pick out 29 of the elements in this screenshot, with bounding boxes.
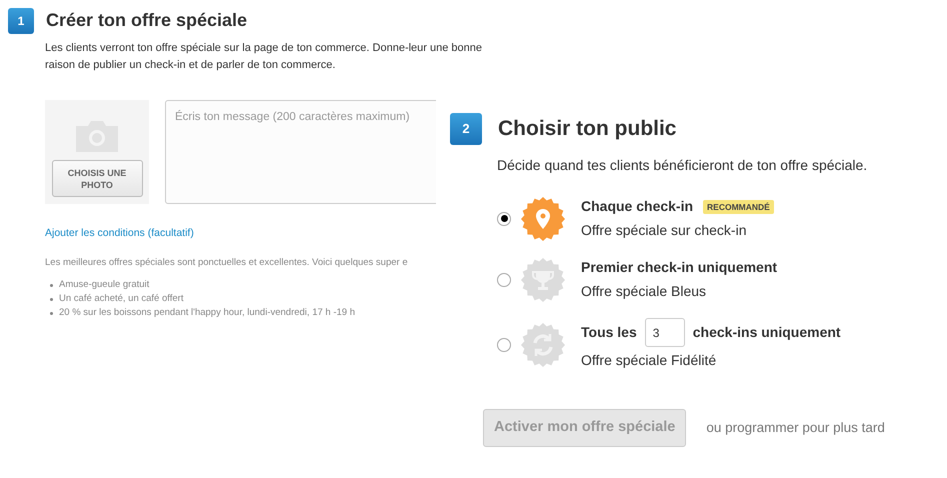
tip-item: 20 % sur les boissons pendant l'happy hour, lundi-vendredi, 17 h -19 h xyxy=(59,306,355,320)
section-description: Les clients verront ton offre spéciale sur la page de ton commerce. Donne-leur une bonne raison de publier un check-in et de parler de ton commerce. xyxy=(45,41,483,73)
radio-button[interactable] xyxy=(497,338,511,352)
bullet-icon xyxy=(50,298,53,300)
radio-button[interactable] xyxy=(497,272,511,286)
conditions-link[interactable]: Ajouter les conditions (facultatif) xyxy=(45,226,450,242)
count-field[interactable]: 3 xyxy=(644,318,685,347)
option-subtitle: Offre spéciale sur check-in xyxy=(581,221,748,240)
tip-item: Amuse-gueule gratuit xyxy=(59,278,150,292)
section-title: Choisir ton public xyxy=(498,116,676,142)
option-subtitle: Offre spéciale Fidélité xyxy=(581,351,718,370)
message-field[interactable]: Écris ton message (200 caractères maximum) xyxy=(165,100,436,204)
option-subtitle: Offre spéciale Bleus xyxy=(581,282,708,301)
tips-intro: Les meilleures offres spéciales sont ponctuelles et excellentes. Voici quelques super e xyxy=(45,256,409,270)
option-title: Tous les xyxy=(581,323,637,342)
section-title: Créer ton offre spéciale xyxy=(46,9,248,32)
option-title: Chaque check-in xyxy=(581,197,694,216)
section-description: Décide quand tes clients bénéficieront de ton offre spéciale. xyxy=(497,156,868,175)
step-badge: 1 xyxy=(8,8,34,34)
radio-button[interactable] xyxy=(497,212,511,226)
tip-item: Un café acheté, un café offert xyxy=(59,292,184,306)
bullet-icon xyxy=(50,312,53,314)
choose-photo-button[interactable]: CHOISIS UNE PHOTO xyxy=(52,160,142,197)
option-title: check-ins uniquement xyxy=(692,323,841,342)
recommended-badge: RECOMMANDÉ xyxy=(703,200,774,214)
schedule-text: ou programmer pour plus tard xyxy=(706,418,885,437)
step-badge: 2 xyxy=(450,113,482,145)
bullet-icon xyxy=(50,284,53,286)
option-title: Premier check-in uniquement xyxy=(581,258,778,277)
